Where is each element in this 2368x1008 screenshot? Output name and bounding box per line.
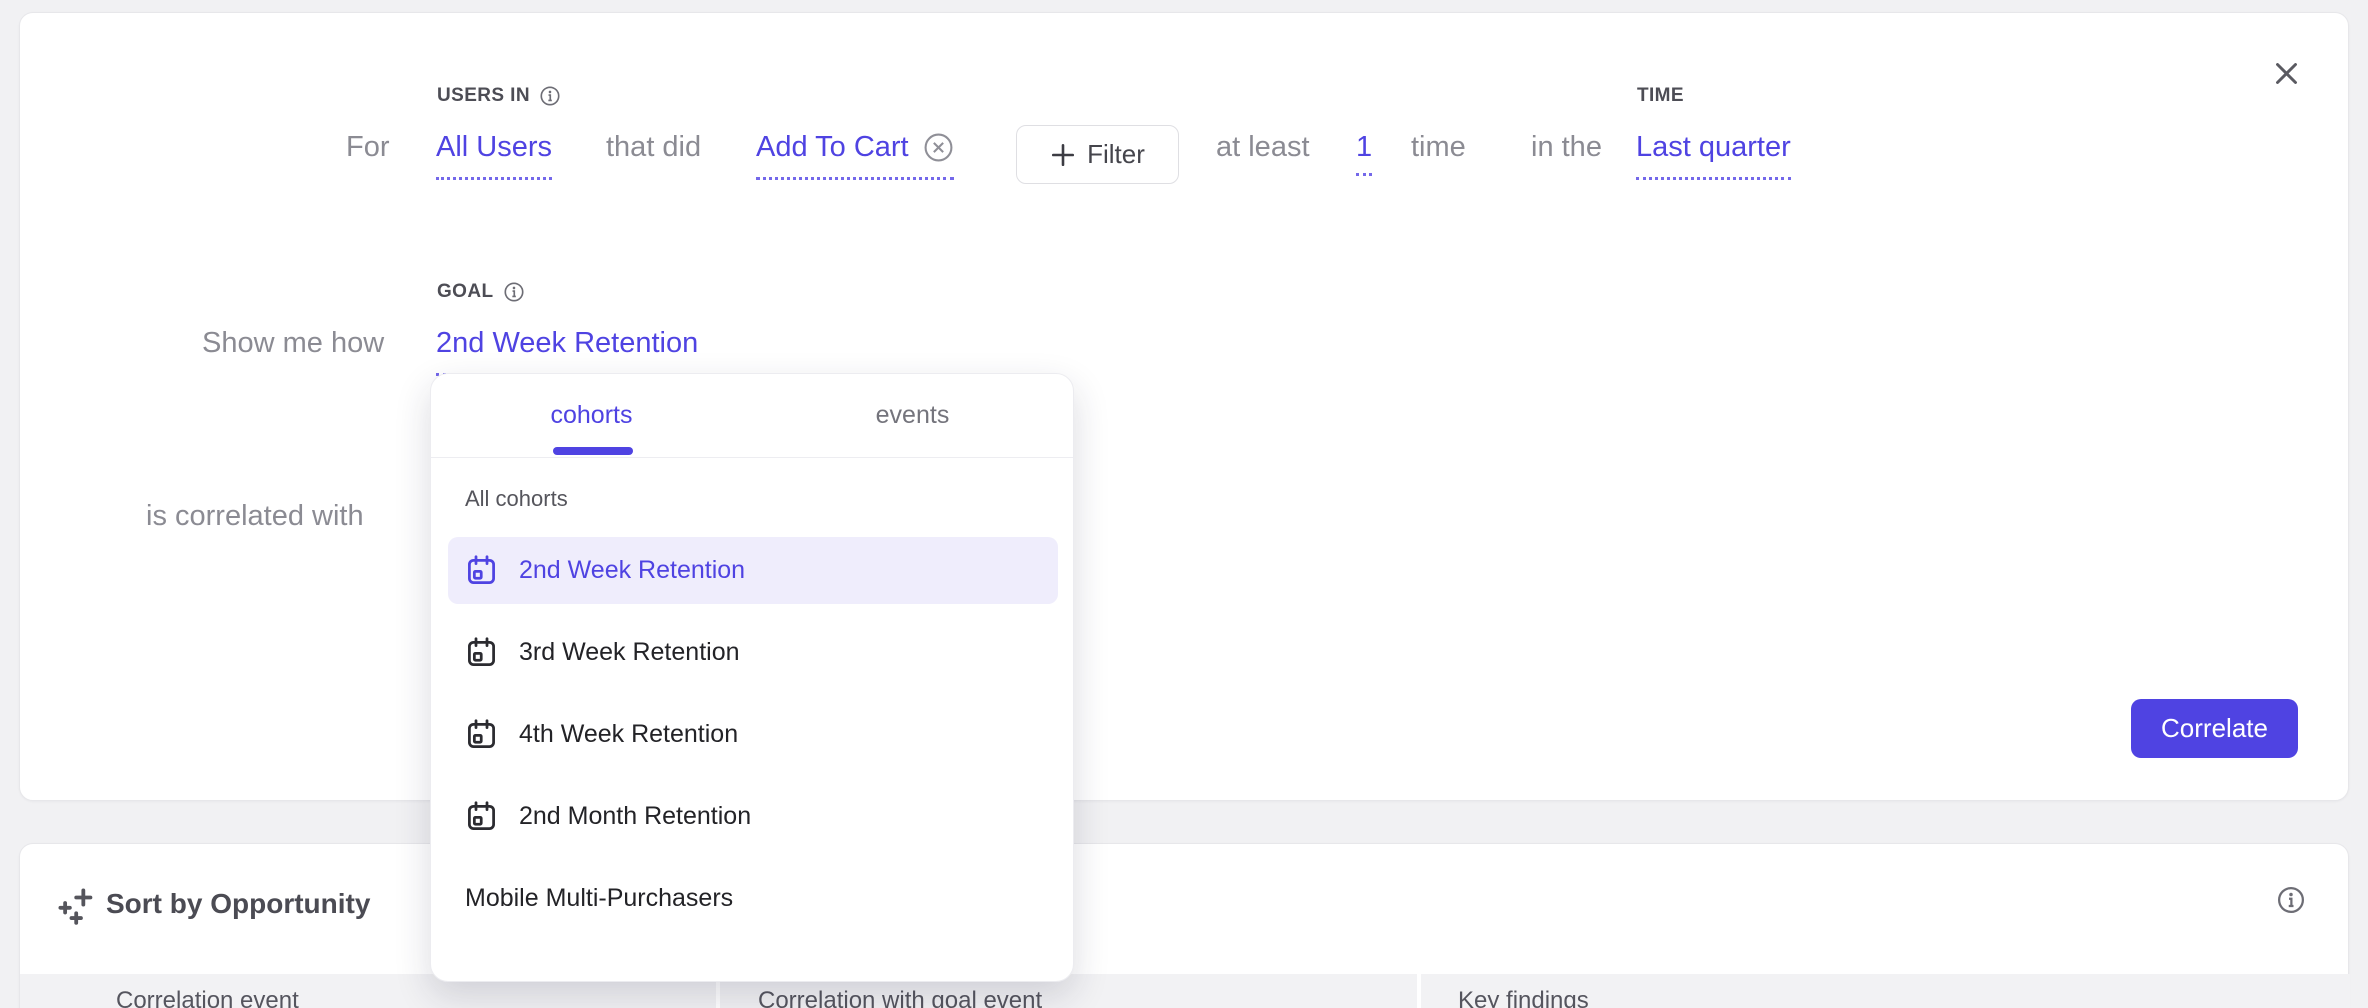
cohort-item[interactable]: 4th Week Retention <box>448 701 1058 768</box>
users-value: All Users <box>436 131 552 164</box>
cohort-item[interactable]: 3rd Week Retention <box>448 619 1058 686</box>
goal-value: 2nd Week Retention <box>436 327 698 360</box>
remove-event-icon[interactable] <box>923 132 954 163</box>
sparkle-sort-icon <box>58 888 96 926</box>
column-header-text: Correlation event <box>116 987 299 1008</box>
users-in-label-text: USERS IN <box>437 85 530 107</box>
for-word: For <box>346 131 390 164</box>
goal-field[interactable]: GOAL 2nd Week Retention <box>436 327 698 376</box>
info-icon <box>2276 885 2306 915</box>
close-button[interactable] <box>2266 53 2306 93</box>
column-header-text: Correlation with goal event <box>758 987 1042 1008</box>
event-field[interactable]: Add To Cart <box>756 131 954 180</box>
users-field[interactable]: USERS IN All Users <box>436 131 552 180</box>
time-range-field[interactable]: TIME Last quarter <box>1636 131 1791 180</box>
info-icon[interactable] <box>503 281 525 303</box>
that-did-word: that did <box>606 131 701 164</box>
plus-icon <box>1050 142 1076 168</box>
close-icon <box>2273 60 2300 87</box>
users-in-label: USERS IN <box>437 85 561 107</box>
tab-cohorts[interactable]: cohorts <box>431 374 752 457</box>
column-key-findings: Key findings <box>1421 974 2350 1008</box>
cohort-item-label: Mobile Multi-Purchasers <box>465 884 733 913</box>
active-tab-indicator <box>553 447 633 455</box>
calendar-icon <box>465 554 498 587</box>
column-header-text: Key findings <box>1458 987 1589 1008</box>
cohort-item-label: 2nd Month Retention <box>519 802 751 831</box>
add-filter-button[interactable]: Filter <box>1016 125 1179 184</box>
cohort-item-label: Multi-Day Browsers Not Finding What They <box>465 977 944 982</box>
count-underline <box>1356 173 1372 176</box>
cohort-item[interactable]: 2nd Month Retention <box>448 783 1058 850</box>
show-me-how-word: Show me how <box>202 327 384 360</box>
time-label: TIME <box>1637 85 1684 107</box>
sort-row: Sort by Opportunity <box>20 844 2348 974</box>
calendar-icon <box>465 718 498 751</box>
goal-picker-dropdown: cohorts events All cohorts 2nd Week Rete… <box>430 373 1074 982</box>
correlate-button[interactable]: Correlate <box>2131 699 2298 758</box>
calendar-icon <box>465 800 498 833</box>
filter-button-label: Filter <box>1087 139 1145 170</box>
correlation-query-card: For USERS IN All Users that did Add To C… <box>19 12 2349 801</box>
cohort-item[interactable]: Mobile Multi-Purchasers <box>448 865 1058 932</box>
goal-label: GOAL <box>437 281 525 303</box>
calendar-icon <box>465 636 498 669</box>
results-table-header: Correlation event Correlation with goal … <box>20 974 2348 1008</box>
in-the-word: in the <box>1531 131 1602 164</box>
tab-events[interactable]: events <box>752 374 1073 457</box>
cohort-item-label: 2nd Week Retention <box>519 556 745 585</box>
time-label-text: TIME <box>1637 85 1684 107</box>
panel-info-button[interactable] <box>2273 882 2309 918</box>
count-field[interactable]: 1 <box>1356 131 1372 164</box>
cohort-item[interactable]: Multi-Day Browsers Not Finding What They <box>448 958 1058 982</box>
dropdown-tabbar: cohorts events <box>431 374 1073 458</box>
time-range-value: Last quarter <box>1636 131 1791 164</box>
event-value: Add To Cart <box>756 131 909 164</box>
info-icon[interactable] <box>539 85 561 107</box>
all-cohorts-section-label: All cohorts <box>465 486 568 512</box>
goal-label-text: GOAL <box>437 281 494 303</box>
at-least-word: at least <box>1216 131 1310 164</box>
results-panel: Sort by Opportunity Correlation event Co… <box>19 843 2349 1008</box>
sort-by-opportunity-button[interactable]: Sort by Opportunity <box>106 888 370 920</box>
is-correlated-with-word: is correlated with <box>146 500 364 533</box>
time-word: time <box>1411 131 1466 164</box>
cohort-item-label: 3rd Week Retention <box>519 638 740 667</box>
cohort-item-label: 4th Week Retention <box>519 720 738 749</box>
cohort-item[interactable]: 2nd Week Retention <box>448 537 1058 604</box>
